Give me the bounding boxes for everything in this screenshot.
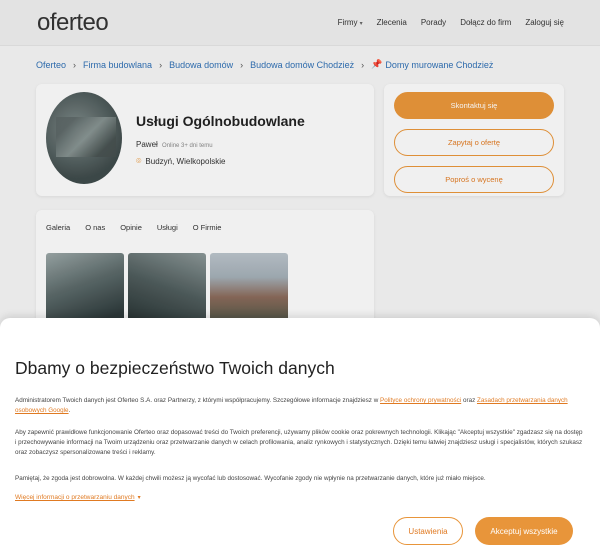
consent-paragraph-voluntary: Pamiętaj, że zgoda jest dobrowolna. W ka… <box>15 475 486 482</box>
cookie-consent-modal: Dbamy o bezpieczeństwo Twoich danych Adm… <box>0 318 600 560</box>
consent-title: Dbamy o bezpieczeństwo Twoich danych <box>15 358 335 378</box>
privacy-policy-link[interactable]: Polityce ochrony prywatności <box>380 397 461 404</box>
consent-paragraph-cookies: Aby zapewnić prawidłowe funkcjonowanie O… <box>15 429 583 456</box>
chevron-down-icon: ▾ <box>137 495 141 501</box>
accept-all-button[interactable]: Akceptuj wszystkie <box>475 517 573 545</box>
more-info-link[interactable]: Więcej informacji o przetwarzaniu danych… <box>15 494 141 501</box>
consent-paragraph-admin: Administratorem Twoich danych jest Ofert… <box>15 397 568 414</box>
settings-button[interactable]: Ustawienia <box>393 517 463 545</box>
